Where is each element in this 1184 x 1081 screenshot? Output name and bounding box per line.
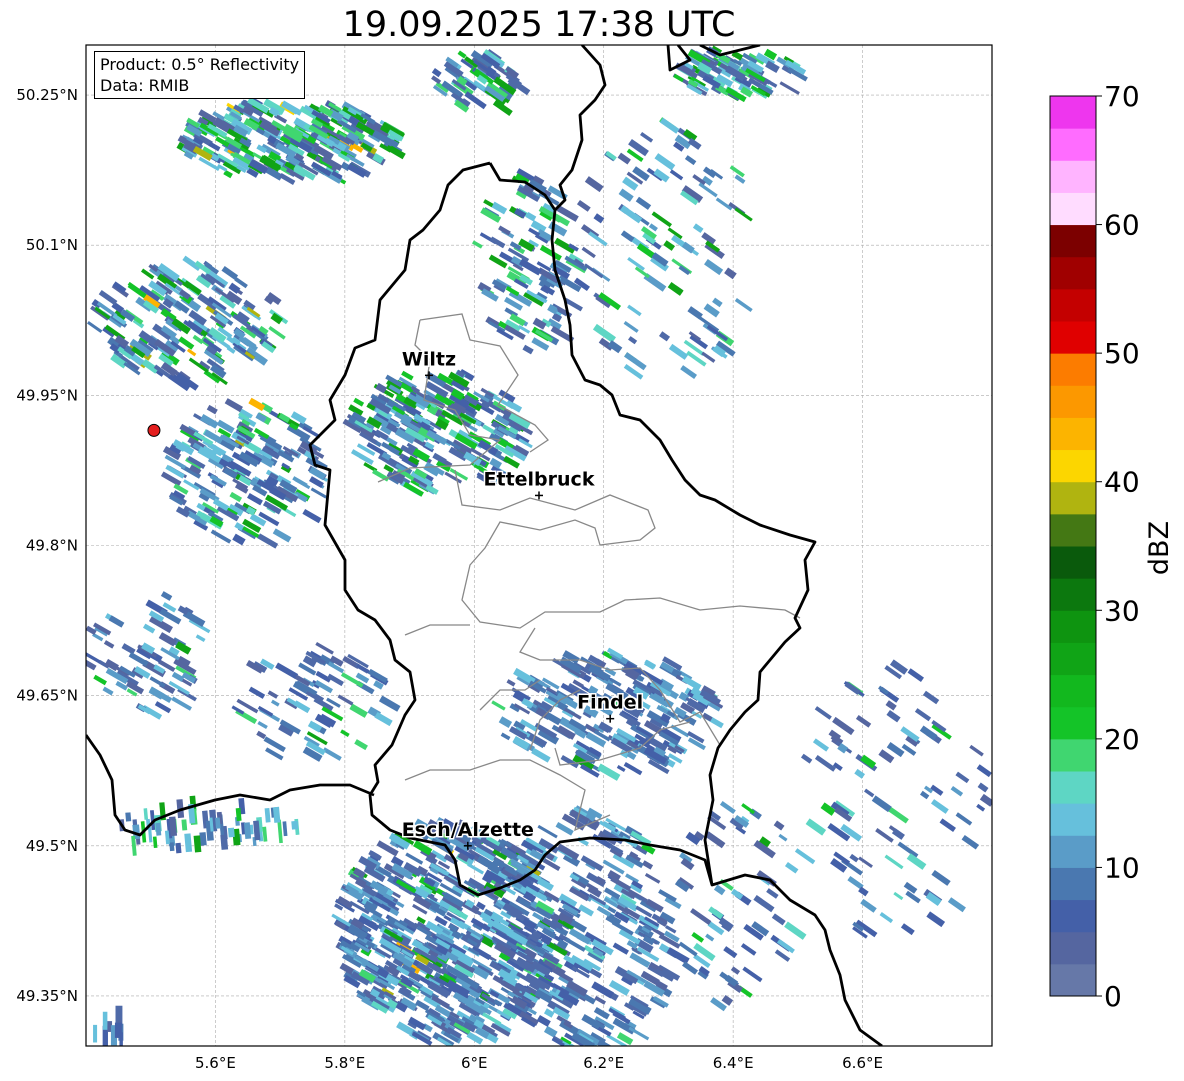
product-label: Product: 0.5° Reflectivity [100, 55, 300, 74]
reflectivity-echoes [86, 45, 992, 1046]
lat-tick-label: 49.95°N [16, 386, 78, 404]
lon-tick-label: 5.6°E [195, 1054, 236, 1072]
lat-tick-label: 49.65°N [16, 687, 78, 705]
city-label: Findel [577, 692, 643, 714]
lon-tick-label: 5.8°E [324, 1054, 365, 1072]
city-label: Wiltz [402, 348, 456, 370]
lon-tick-labels: 5.6°E 5.8°E 6°E 6.2°E 6.4°E 6.6°E [195, 1054, 883, 1072]
lat-tick-label: 49.8°N [26, 537, 78, 555]
city-label: Ettelbruck [484, 468, 595, 490]
lat-tick-label: 50.1°N [26, 236, 78, 254]
lon-tick-label: 6.4°E [713, 1054, 754, 1072]
lat-tick-label: 49.5°N [26, 837, 78, 855]
lon-tick-label: 6.6°E [842, 1054, 883, 1072]
data-source-label: Data: RMIB [100, 76, 190, 95]
lon-tick-label: 6.2°E [583, 1054, 624, 1072]
lat-tick-label: 49.35°N [16, 987, 78, 1005]
lon-tick-label: 6°E [461, 1054, 488, 1072]
radar-map: WiltzEttelbruckFindelEsch/Alzette 5.6°E 5… [16, 44, 993, 1072]
radar-site-marker [147, 423, 161, 437]
lat-tick-label: 50.25°N [16, 86, 78, 104]
city-label: Esch/Alzette [402, 819, 534, 841]
lat-tick-labels: 50.25°N 50.1°N 49.95°N 49.8°N 49.65°N 49.5°N 4… [16, 86, 78, 1005]
product-info-box: Product: 0.5° Reflectivity Data: RMIB [94, 51, 306, 99]
